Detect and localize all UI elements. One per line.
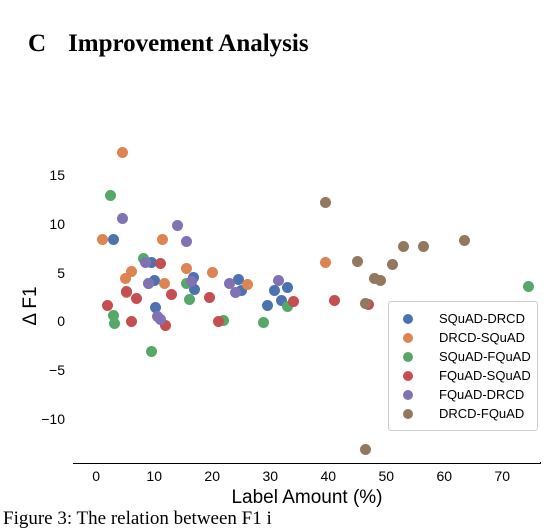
- x-tick-label: 10: [146, 468, 162, 484]
- data-point: [328, 294, 340, 306]
- y-tick-label: 10: [49, 215, 65, 232]
- figure-page: C Improvement Analysis 15 10 5 0 −5 −10 0 10 20 3…: [0, 0, 546, 528]
- y-tick-label: 0: [57, 313, 65, 330]
- legend-item-fquad-squad[interactable]: FQuAD-SQuAD: [395, 366, 531, 385]
- data-point: [374, 274, 386, 286]
- legend-item-squad-drcd[interactable]: SQuAD-DRCD: [395, 309, 529, 328]
- data-point: [96, 234, 108, 245]
- data-point: [116, 212, 128, 224]
- legend-item-label: DRCD-SQuAD: [439, 330, 525, 345]
- legend-item-label: SQuAD-DRCD: [439, 311, 525, 326]
- x-tick-label: 30: [262, 468, 279, 484]
- data-point: [125, 315, 137, 327]
- data-point: [522, 280, 534, 292]
- data-point: [257, 316, 269, 328]
- data-point: [171, 220, 183, 232]
- legend-item-label: SQuAD-FQuAD: [439, 349, 531, 364]
- data-point: [398, 240, 410, 252]
- data-point: [159, 277, 171, 289]
- data-point: [145, 346, 157, 358]
- legend-item-label: FQuAD-SQuAD: [439, 368, 531, 383]
- data-point: [206, 267, 218, 279]
- data-point: [180, 263, 192, 275]
- y-axis-label: Δ F1: [20, 286, 41, 326]
- data-point: [319, 257, 331, 269]
- data-point: [261, 300, 273, 312]
- figure-caption: Figure 3: The relation between F1 i: [3, 508, 272, 528]
- data-point: [287, 296, 299, 308]
- data-point: [282, 281, 294, 293]
- scatter-chart: 15 10 5 0 −5 −10 0 10 20 30 40 50 60 70 Δ F1 Label A…: [0, 120, 546, 508]
- y-tick-label: 15: [49, 167, 65, 184]
- page-title: C Improvement Analysis: [3, 2, 309, 86]
- data-point: [116, 147, 128, 159]
- x-axis-label: Label Amount (%): [231, 487, 383, 508]
- x-tick-label: 50: [378, 468, 395, 484]
- x-tick-label: 0: [92, 468, 101, 484]
- section-title: Improvement Analysis: [68, 30, 309, 57]
- x-tick-label: 40: [320, 468, 337, 484]
- data-point: [386, 259, 398, 271]
- data-point: [229, 286, 241, 298]
- data-point: [105, 190, 117, 202]
- y-tick-label: 5: [57, 264, 65, 281]
- legend-item-fquad-drcd[interactable]: FQuAD-DRCD: [395, 385, 529, 404]
- data-point: [125, 266, 137, 278]
- data-point: [131, 292, 143, 304]
- data-point: [203, 291, 215, 303]
- data-point: [459, 234, 471, 246]
- legend-item-label: FQuAD-DRCD: [439, 387, 525, 402]
- data-point: [319, 196, 331, 208]
- legend-swatch-icon: [403, 332, 413, 343]
- x-tick-label: 20: [204, 468, 221, 484]
- legend-item-drcd-squad[interactable]: DRCD-SQuAD: [395, 328, 529, 347]
- data-point: [109, 317, 121, 329]
- data-point: [269, 284, 281, 296]
- data-point: [157, 234, 169, 245]
- data-point: [120, 285, 132, 297]
- legend-item-drcd-fquad[interactable]: DRCD-FQuAD: [395, 404, 529, 423]
- legend-swatch-icon: [403, 408, 413, 419]
- data-point: [154, 314, 166, 326]
- legend-swatch-icon: [403, 351, 413, 362]
- legend-item-label: DRCD-FQuAD: [439, 406, 525, 421]
- data-point: [166, 288, 178, 300]
- section-label: C: [28, 30, 47, 57]
- data-point: [212, 315, 224, 327]
- data-point: [142, 277, 154, 289]
- data-point: [351, 256, 363, 268]
- legend-item-squad-fquad[interactable]: SQuAD-FQuAD: [395, 347, 531, 366]
- data-point: [180, 235, 192, 247]
- chart-legend: SQuAD-DRCD DRCD-SQuAD SQuAD-FQuAD FQuAD-SQu…: [388, 301, 538, 431]
- x-tick-label: 70: [494, 468, 511, 484]
- legend-swatch-icon: [403, 370, 413, 381]
- y-tick-label: −5: [49, 362, 65, 379]
- legend-swatch-icon: [403, 389, 413, 400]
- data-point: [183, 293, 195, 305]
- data-point: [241, 278, 253, 290]
- y-tick-label: −10: [41, 411, 65, 428]
- x-tick-label: 60: [436, 468, 453, 484]
- data-point: [360, 443, 372, 455]
- data-point: [154, 258, 166, 270]
- data-point: [108, 234, 120, 245]
- data-point: [418, 240, 430, 252]
- legend-swatch-icon: [403, 313, 413, 324]
